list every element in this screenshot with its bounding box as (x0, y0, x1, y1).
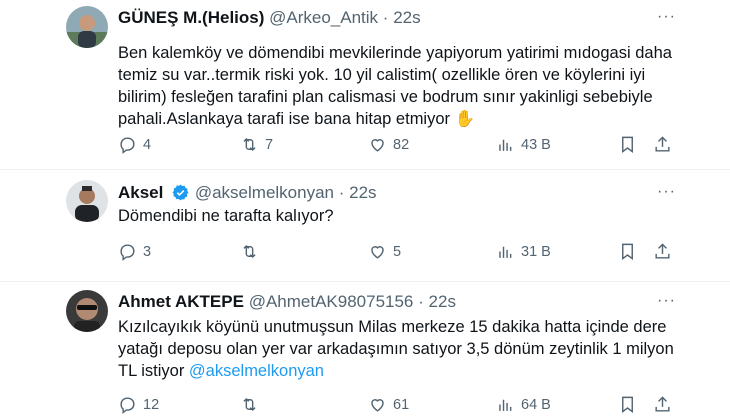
retweet-icon (243, 397, 256, 412)
separator: · (338, 183, 345, 202)
verified-badge (168, 183, 195, 202)
reply-count: 12 (143, 396, 160, 413)
views-icon (499, 246, 512, 258)
like-count: 5 (393, 243, 402, 260)
views-icon (499, 139, 512, 151)
timestamp[interactable]: 22s (393, 8, 420, 27)
tweet-text: Ben kalemköy ve dömendibi mevkilerinde y… (118, 42, 678, 130)
bookmark-icon (622, 243, 633, 261)
like-icon (371, 246, 384, 259)
share-button[interactable] (653, 135, 678, 154)
timestamp[interactable]: 22s (349, 183, 376, 202)
avatar-photo (66, 290, 108, 332)
tweet-text: Kızılcayıkık köyünü unutmuşsun Milas mer… (118, 316, 678, 382)
retweet-button[interactable] (240, 242, 265, 261)
views-button[interactable]: 64 B (496, 395, 551, 414)
more-icon[interactable]: ··· (657, 292, 676, 310)
like-icon (371, 399, 384, 412)
share-button[interactable] (653, 395, 678, 414)
tweet-actions: 4 7 82 43 B (118, 135, 678, 157)
tweet[interactable]: Ahmet AKTEPE @AhmetAK98075156 · 22s ··· … (0, 282, 730, 420)
views-button[interactable]: 43 B (496, 135, 551, 154)
tweet-header: Ahmet AKTEPE @AhmetAK98075156 · 22s (118, 292, 456, 312)
retweet-icon (243, 137, 256, 152)
timestamp[interactable]: 22s (429, 292, 456, 311)
reply-button[interactable]: 4 (118, 135, 151, 154)
share-icon (655, 243, 670, 259)
like-count: 61 (393, 396, 410, 413)
like-button[interactable]: 82 (368, 135, 409, 154)
tweet[interactable]: Aksel @akselmelkonyan · 22s ··· Dömendib… (0, 170, 730, 282)
tweet-actions: 12 61 64 B (118, 395, 678, 417)
bookmark-button[interactable] (618, 135, 643, 154)
views-count: 64 B (521, 396, 551, 413)
tweet[interactable]: GÜNEŞ M.(Helios) @Arkeo_Antik · 22s ··· … (0, 0, 730, 170)
reply-icon (120, 397, 135, 414)
reply-icon (120, 137, 135, 154)
handle[interactable]: @Arkeo_Antik (269, 8, 378, 27)
share-icon (655, 136, 670, 152)
reply-button[interactable]: 12 (118, 395, 159, 414)
more-icon[interactable]: ··· (657, 8, 676, 26)
separator: · (382, 8, 389, 27)
retweet-button[interactable]: 7 (240, 135, 273, 154)
avatar-photo (66, 180, 108, 222)
views-button[interactable]: 31 B (496, 242, 551, 261)
handle[interactable]: @AhmetAK98075156 (249, 292, 414, 311)
like-count: 82 (393, 136, 410, 153)
display-name[interactable]: Aksel (118, 183, 163, 202)
tweet-text: Dömendibi ne tarafta kalıyor? (118, 205, 678, 227)
retweet-icon (243, 244, 256, 259)
mention-link[interactable]: @akselmelkonyan (189, 362, 324, 380)
like-button[interactable]: 61 (368, 395, 409, 414)
bookmark-icon (622, 136, 633, 154)
avatar[interactable] (66, 180, 108, 222)
retweet-button[interactable] (240, 395, 265, 414)
bookmark-icon (622, 396, 633, 414)
views-icon (499, 399, 512, 411)
retweet-count: 7 (265, 136, 274, 153)
reply-count: 3 (143, 243, 152, 260)
reply-count: 4 (143, 136, 152, 153)
tweet-feed: GÜNEŞ M.(Helios) @Arkeo_Antik · 22s ··· … (0, 0, 730, 420)
tweet-text-content: Dömendibi ne tarafta kalıyor? (118, 207, 334, 225)
display-name[interactable]: GÜNEŞ M.(Helios) (118, 8, 264, 27)
share-icon (655, 396, 670, 412)
views-count: 43 B (521, 136, 551, 153)
tweet-text-content: Ben kalemköy ve dömendibi mevkilerinde y… (118, 44, 672, 128)
like-button[interactable]: 5 (368, 242, 401, 261)
display-name[interactable]: Ahmet AKTEPE (118, 292, 244, 311)
share-button[interactable] (653, 242, 678, 261)
bookmark-button[interactable] (618, 395, 643, 414)
bookmark-button[interactable] (618, 242, 643, 261)
views-count: 31 B (521, 243, 551, 260)
reply-icon (120, 244, 135, 261)
tweet-header: Aksel @akselmelkonyan · 22s (118, 183, 377, 203)
tweet-actions: 3 5 31 B (118, 242, 678, 264)
avatar[interactable] (66, 290, 108, 332)
separator: · (418, 292, 424, 311)
like-icon (371, 139, 384, 152)
more-icon[interactable]: ··· (657, 183, 676, 201)
raised-hand-emoji: ✋ (454, 110, 476, 128)
handle[interactable]: @akselmelkonyan (195, 183, 334, 202)
reply-button[interactable]: 3 (118, 242, 151, 261)
avatar-photo (66, 6, 108, 48)
tweet-header: GÜNEŞ M.(Helios) @Arkeo_Antik · 22s (118, 8, 421, 28)
avatar[interactable] (66, 6, 108, 48)
verified-badge-icon (172, 184, 189, 201)
